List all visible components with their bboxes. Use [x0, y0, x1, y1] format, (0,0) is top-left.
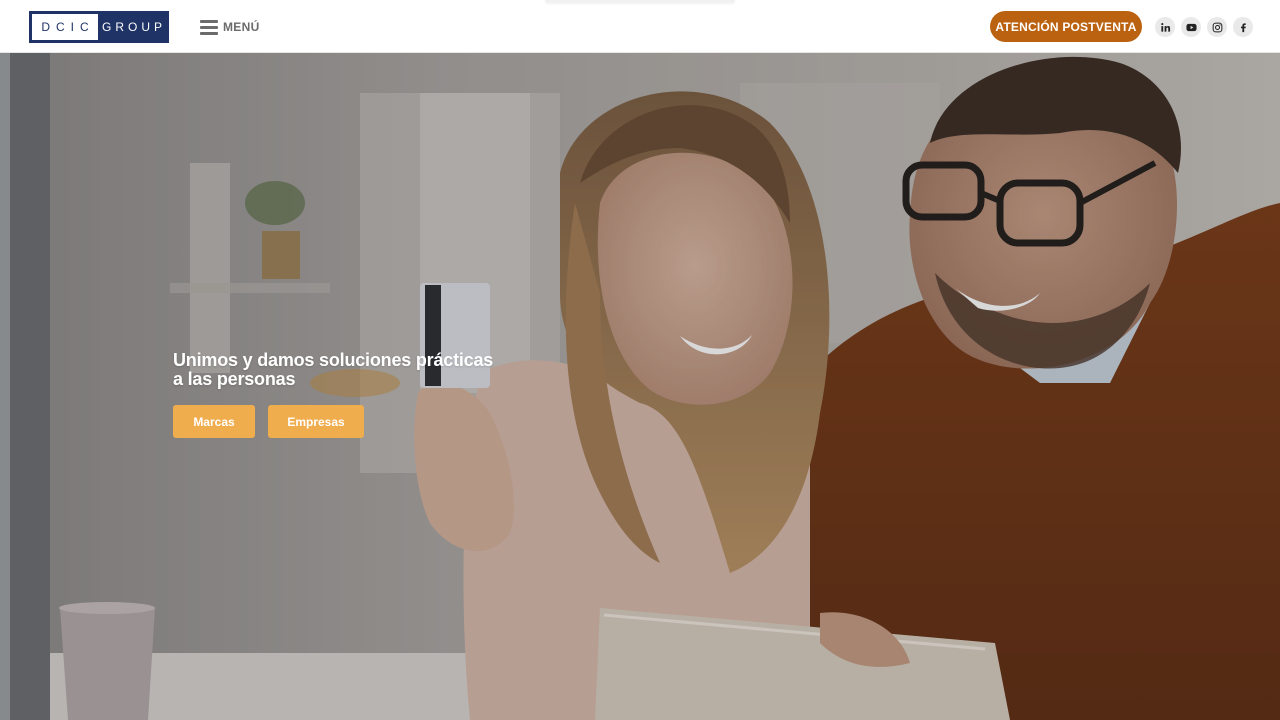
empresas-button[interactable]: Empresas — [268, 405, 364, 438]
logo-left-text: DCIC — [41, 20, 95, 34]
hero-section: Unimos y damos soluciones prácticas a la… — [0, 53, 1280, 720]
logo-right-text: GROUP — [101, 20, 166, 34]
instagram-icon[interactable] — [1207, 17, 1227, 37]
marcas-button[interactable]: Marcas — [173, 405, 255, 438]
menu-button[interactable]: MENÚ — [200, 17, 260, 37]
hero-headline-line2: a las personas — [173, 369, 296, 389]
hero-headline-line1: Unimos y damos soluciones prácticas — [173, 350, 494, 370]
postventa-button[interactable]: ATENCIÓN POSTVENTA — [990, 11, 1142, 42]
facebook-icon[interactable] — [1233, 17, 1253, 37]
site-header: DCIC GROUP MENÚ ATENCIÓN POSTVENTA — [0, 0, 1280, 53]
hero-headline: Unimos y damos soluciones prácticas a la… — [173, 351, 513, 389]
hamburger-icon — [200, 19, 218, 35]
brand-logo[interactable]: DCIC GROUP — [29, 11, 169, 43]
logo-left-block: DCIC — [32, 14, 98, 40]
youtube-icon[interactable] — [1181, 17, 1201, 37]
menu-label: MENÚ — [223, 20, 260, 34]
logo-right-block: GROUP — [98, 14, 166, 40]
header-tab-decoration — [545, 0, 735, 3]
linkedin-icon[interactable] — [1155, 17, 1175, 37]
